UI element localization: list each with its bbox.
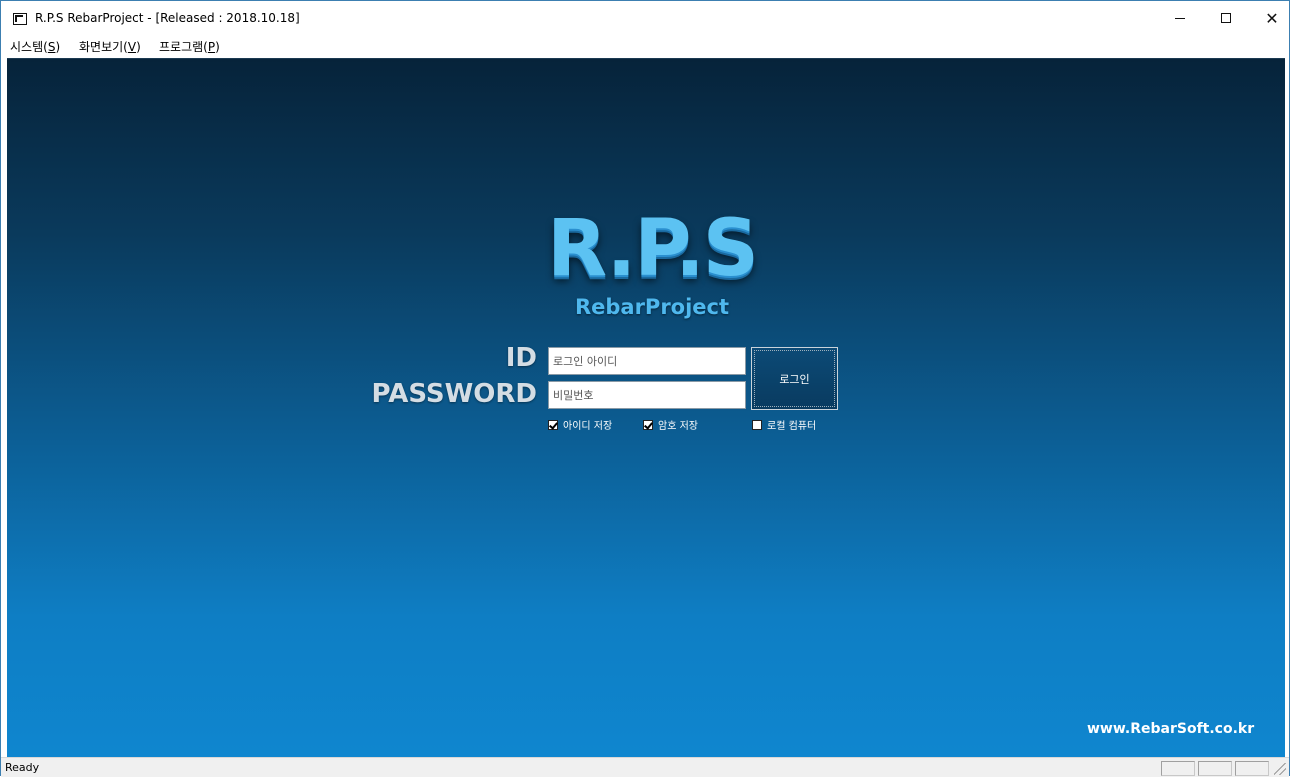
save-id-checkbox-box[interactable] (548, 419, 558, 430)
title-bar[interactable]: R.P.S RebarProject - [Released : 2018.10… (1, 1, 1289, 35)
save-id-checkbox[interactable]: 아이디 저장 (548, 417, 612, 432)
close-icon: ✕ (1265, 8, 1279, 28)
id-input[interactable] (548, 347, 746, 375)
logo-title: R.P.S (547, 204, 759, 294)
menu-view[interactable]: 화면보기(V) (79, 38, 141, 55)
status-text: Ready (5, 761, 40, 774)
menu-program[interactable]: 프로그램(P) (159, 38, 220, 55)
local-computer-checkbox[interactable]: 로컬 컴퓨터 (752, 417, 816, 432)
local-computer-label: 로컬 컴퓨터 (767, 421, 817, 432)
menu-view-accel: V (127, 40, 137, 54)
close-button[interactable]: ✕ (1249, 1, 1290, 35)
status-pane (1161, 761, 1195, 776)
app-icon[interactable] (13, 13, 27, 25)
window-title: R.P.S RebarProject - [Released : 2018.10… (35, 11, 300, 25)
menu-system-end: ) (55, 40, 61, 54)
login-panel: R.P.S RebarProject ID PASSWORD 로그인 아이디 저… (7, 58, 1285, 757)
status-bar: Ready (1, 757, 1289, 777)
menu-bar: 시스템(S) 화면보기(V) 프로그램(P) (1, 35, 1289, 57)
menu-program-end: ) (215, 40, 220, 54)
save-password-label: 암호 저장 (658, 421, 698, 432)
logo-subtitle: RebarProject (574, 295, 730, 319)
resize-grip-icon[interactable] (1274, 763, 1286, 775)
app-window: R.P.S RebarProject - [Released : 2018.10… (0, 0, 1290, 777)
password-input[interactable] (548, 381, 746, 409)
website-link: www.RebarSoft.co.kr (1087, 721, 1255, 737)
save-password-checkbox-box[interactable] (643, 419, 653, 430)
minimize-button[interactable] (1157, 1, 1203, 35)
login-button[interactable]: 로그인 (751, 347, 838, 410)
maximize-button[interactable] (1203, 1, 1249, 35)
save-id-label: 아이디 저장 (563, 421, 613, 432)
menu-program-label: 프로그램( (159, 40, 208, 54)
save-password-checkbox[interactable]: 암호 저장 (643, 417, 698, 432)
password-label: PASSWORD (371, 379, 537, 409)
menu-view-end: ) (136, 40, 141, 54)
menu-system[interactable]: 시스템(S) (10, 38, 60, 55)
rps-logo: R.P.S RebarProject (537, 209, 767, 329)
id-label: ID (505, 343, 537, 373)
local-computer-checkbox-box[interactable] (752, 419, 762, 430)
status-pane (1235, 761, 1269, 776)
menu-system-label: 시스템( (10, 40, 48, 54)
menu-view-label: 화면보기( (79, 40, 128, 54)
maximize-icon (1221, 13, 1231, 23)
minimize-icon (1175, 17, 1185, 19)
menu-program-accel: P (207, 40, 216, 54)
status-pane (1198, 761, 1232, 776)
